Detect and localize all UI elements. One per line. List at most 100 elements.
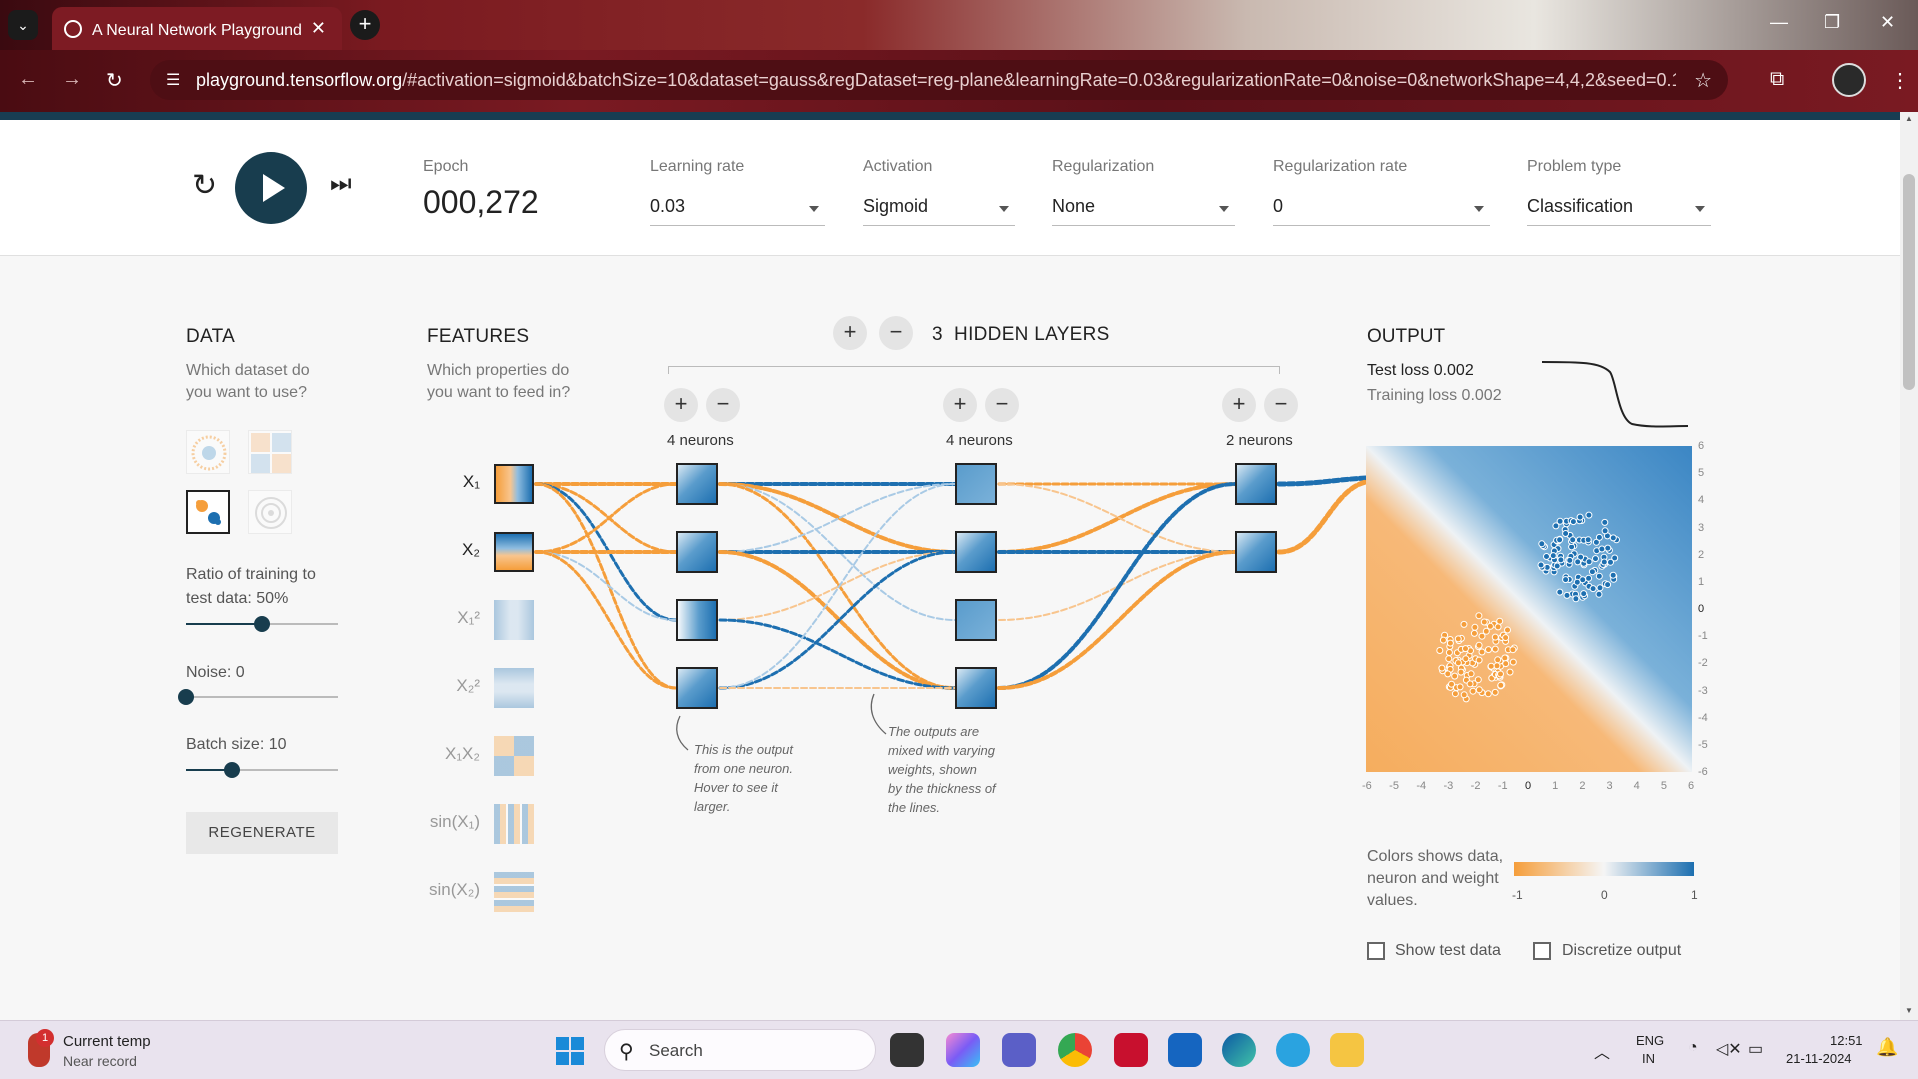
neuron-l2-2[interactable] — [955, 531, 997, 573]
data-point — [1566, 556, 1574, 564]
telegram-icon[interactable] — [1276, 1033, 1310, 1067]
data-point — [1509, 646, 1517, 654]
x-tick: 6 — [1688, 780, 1695, 792]
data-point — [1601, 518, 1609, 526]
page-scrollbar[interactable]: ▲ ▼ — [1900, 112, 1918, 1020]
weather-title[interactable]: Current temp — [63, 1033, 151, 1050]
neuron-l2-4[interactable] — [955, 667, 997, 709]
color-legend-bar — [1514, 862, 1694, 876]
data-point — [1598, 545, 1606, 553]
close-window-icon[interactable]: ✕ — [1880, 12, 1895, 33]
neuron-l1-3[interactable] — [676, 599, 718, 641]
battery-icon[interactable]: ▭ — [1748, 1039, 1763, 1059]
task-view-icon[interactable] — [890, 1033, 924, 1067]
data-point — [1491, 688, 1499, 696]
y-tick: 3 — [1698, 521, 1705, 534]
add-neuron-layer2-button[interactable]: + — [943, 388, 977, 422]
y-tick: 0 — [1698, 603, 1705, 615]
file-explorer-icon[interactable] — [1330, 1033, 1364, 1067]
x-tick: 3 — [1606, 780, 1613, 792]
neuron-l1-1[interactable] — [676, 463, 718, 505]
scrollbar-thumb[interactable] — [1903, 174, 1915, 390]
remove-layer-button[interactable]: − — [879, 316, 913, 350]
add-layer-button[interactable]: + — [833, 316, 867, 350]
neuron-l3-1[interactable] — [1235, 463, 1277, 505]
neuron-l1-2[interactable] — [676, 531, 718, 573]
reload-icon[interactable]: ↻ — [106, 68, 123, 93]
remove-neuron-layer3-button[interactable]: − — [1264, 388, 1298, 422]
data-point — [1478, 632, 1486, 640]
scroll-up-icon[interactable]: ▲ — [1905, 114, 1913, 123]
tray-chevron-up-icon[interactable]: ︿ — [1594, 1039, 1610, 1063]
back-icon[interactable]: ← — [18, 68, 38, 91]
copilot-icon[interactable] — [946, 1033, 980, 1067]
data-point — [1471, 623, 1479, 631]
profile-avatar[interactable] — [1832, 63, 1866, 97]
data-point — [1589, 585, 1597, 593]
tab-search-button[interactable]: ⌄ — [8, 10, 38, 40]
data-point — [1569, 518, 1577, 526]
data-point — [1552, 522, 1560, 530]
windows-taskbar: 1 Current temp Near record ⚲ Search ︿ EN… — [0, 1020, 1918, 1079]
x-tick: -6 — [1362, 780, 1372, 792]
neuron-l2-1[interactable] — [955, 463, 997, 505]
address-bar[interactable]: ☰ playground.tensorflow.org/#activation=… — [150, 60, 1728, 100]
weather-sub: Near record — [63, 1053, 137, 1069]
store-icon[interactable] — [1168, 1033, 1202, 1067]
data-point — [1595, 590, 1603, 598]
data-point — [1494, 623, 1502, 631]
data-point — [1462, 645, 1469, 653]
neuron-note: This is the output from one neuron. Hover … — [694, 742, 794, 814]
data-point — [1475, 612, 1483, 620]
show-test-data-checkbox[interactable] — [1367, 942, 1385, 960]
maximize-icon[interactable]: ❐ — [1824, 12, 1840, 33]
data-point — [1556, 536, 1564, 544]
forward-icon[interactable]: → — [62, 68, 82, 91]
data-point — [1444, 670, 1452, 678]
data-point — [1609, 571, 1617, 579]
neuron-l2-3[interactable] — [955, 599, 997, 641]
data-point — [1445, 649, 1453, 656]
neuron-l3-2[interactable] — [1235, 531, 1277, 573]
minimize-icon[interactable]: — — [1770, 12, 1788, 33]
volume-muted-icon[interactable]: ◁✕ — [1716, 1039, 1742, 1059]
notification-bell-icon[interactable]: 🔔 — [1876, 1037, 1898, 1058]
add-neuron-layer1-button[interactable]: + — [664, 388, 698, 422]
data-point — [1497, 670, 1504, 678]
data-point — [1592, 555, 1599, 563]
new-tab-button[interactable]: + — [350, 10, 380, 40]
clock-date: 21-11-2024 — [1786, 1051, 1852, 1066]
data-point — [1562, 530, 1570, 537]
clock-time[interactable]: 12:51 — [1830, 1033, 1863, 1048]
data-point — [1467, 670, 1475, 678]
windows-start-icon[interactable] — [556, 1037, 584, 1065]
remove-neuron-layer2-button[interactable]: − — [985, 388, 1019, 422]
edge-icon[interactable] — [1222, 1033, 1256, 1067]
extensions-icon[interactable]: ⧉ — [1770, 68, 1784, 91]
bookmark-star-icon[interactable]: ☆ — [1694, 68, 1712, 93]
add-neuron-layer3-button[interactable]: + — [1222, 388, 1256, 422]
training-loss: Training loss 0.002 — [1367, 387, 1502, 404]
wifi-icon[interactable]: ◔ — [1688, 1039, 1698, 1057]
x-tick: 2 — [1579, 780, 1586, 792]
teams-icon[interactable] — [1002, 1033, 1036, 1067]
data-point — [1475, 686, 1483, 694]
remove-neuron-layer1-button[interactable]: − — [706, 388, 740, 422]
data-point — [1573, 578, 1581, 586]
site-info-icon[interactable]: ☰ — [166, 70, 180, 90]
y-tick: -1 — [1698, 630, 1708, 643]
data-point — [1456, 683, 1464, 691]
scroll-down-icon[interactable]: ▼ — [1905, 1006, 1913, 1015]
tab-close-icon[interactable]: ✕ — [311, 18, 326, 39]
neuron-l1-4[interactable] — [676, 667, 718, 709]
browser-menu-icon[interactable]: ⋮ — [1890, 68, 1910, 93]
x-tick: 5 — [1660, 780, 1667, 792]
data-point — [1596, 584, 1604, 592]
discretize-output-checkbox[interactable] — [1533, 942, 1551, 960]
lang-1[interactable]: ENG — [1636, 1033, 1664, 1048]
active-tab[interactable]: A Neural Network Playground ✕ — [52, 7, 342, 50]
taskbar-search[interactable]: ⚲ Search — [604, 1029, 876, 1071]
data-point — [1506, 668, 1514, 676]
mcafee-icon[interactable] — [1114, 1033, 1148, 1067]
chrome-icon[interactable] — [1058, 1033, 1092, 1067]
